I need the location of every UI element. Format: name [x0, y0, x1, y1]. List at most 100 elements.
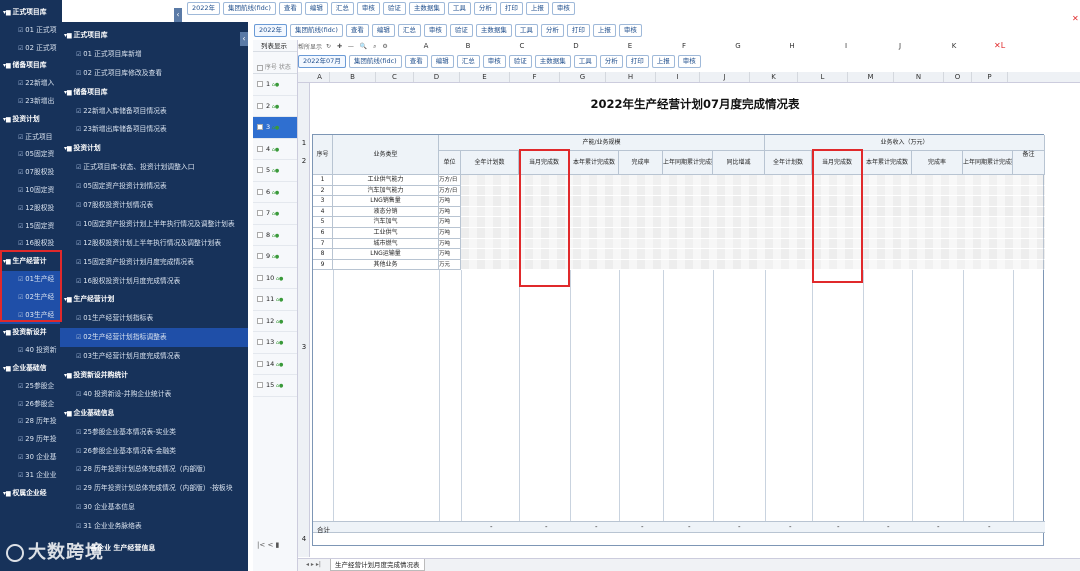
- tree-group[interactable]: ▾▆ 投资新设并购统计: [60, 366, 248, 385]
- front-toolbar-button[interactable]: 审核: [482, 55, 506, 68]
- tree-item[interactable]: ☑ 22新增入库储备项目情况表: [60, 102, 248, 121]
- list-item[interactable]: 10 ⌂●: [253, 268, 297, 289]
- row-checkbox[interactable]: [257, 81, 263, 87]
- row-checkbox[interactable]: [257, 317, 263, 324]
- tree-item[interactable]: ☑ 40 投资新设-并购企业统计表: [60, 385, 248, 404]
- list-item[interactable]: 3 ⌂●: [253, 117, 297, 139]
- row-checkbox[interactable]: [257, 188, 263, 195]
- tree-item[interactable]: ☑ 02生产经营计划指标调整表: [60, 328, 248, 348]
- row-checkbox[interactable]: [257, 296, 263, 302]
- back-toolbar-button[interactable]: 工具: [447, 2, 471, 15]
- front-toolbar-button[interactable]: 上报: [651, 55, 675, 68]
- back-toolbar-button[interactable]: 审核: [551, 2, 575, 15]
- row-checkbox[interactable]: [257, 231, 263, 238]
- tree-item[interactable]: ☑ 12股权投: [0, 200, 62, 218]
- row-checkbox[interactable]: [257, 274, 263, 281]
- row-checkbox[interactable]: [257, 210, 263, 216]
- row-checkbox[interactable]: [257, 145, 263, 152]
- back-toolbar-button[interactable]: 验证: [382, 2, 406, 15]
- tree-group[interactable]: ▾▆ 投资新设并: [0, 324, 62, 342]
- tree-item[interactable]: ☑ 29 历年投: [0, 431, 62, 449]
- back-toolbar-button[interactable]: 上报: [525, 2, 549, 15]
- row-checkbox[interactable]: [257, 360, 263, 367]
- tree-item[interactable]: ☑ 28 历年投: [0, 413, 62, 431]
- back-toolbar-button[interactable]: 编辑: [304, 2, 328, 15]
- tree-group[interactable]: ▾▆ 正式项目库: [0, 4, 62, 22]
- tree-item[interactable]: ☑ 25参股企业基本情况表-实业类: [60, 423, 248, 442]
- tab-nav-arrows[interactable]: ◂ ▸ ▸|: [306, 561, 321, 568]
- front-toolbar-button[interactable]: 2022年07月: [298, 55, 346, 68]
- list-item[interactable]: 7 ⌂●: [253, 203, 297, 225]
- mid-toolbar-button[interactable]: 集团航线(fidc): [290, 24, 343, 37]
- mid-toolbar-button[interactable]: 打印: [566, 24, 590, 37]
- list-pager[interactable]: |< < ▮: [257, 541, 279, 549]
- back-toolbar-button[interactable]: 分析: [473, 2, 497, 15]
- back-toolbar-button[interactable]: 主数据集: [408, 2, 445, 15]
- tree-item[interactable]: ☑ 23新增出库储备项目情况表: [60, 120, 248, 139]
- tree-item[interactable]: ☑ 03生产经营计划月度完成情况表: [60, 347, 248, 366]
- tree-item[interactable]: ☑ 05固定资产投资计划情况表: [60, 177, 248, 196]
- tree-item[interactable]: ☑ 12股权投资计划上半年执行情况及调整计划表: [60, 234, 248, 253]
- tree-item[interactable]: ☑ 26参股企业基本情况表-金融类: [60, 442, 248, 461]
- mid-collapse-icon[interactable]: ‹: [240, 32, 248, 46]
- mid-toolbar-button[interactable]: 审核: [618, 24, 642, 37]
- tree-group[interactable]: ▾▆ 投资计划: [0, 111, 62, 129]
- mid-toolbar-button[interactable]: 主数据集: [475, 24, 512, 37]
- tree-group[interactable]: ▾▆ 权属企业经: [0, 485, 62, 503]
- front-toolbar-button[interactable]: 审核: [677, 55, 701, 68]
- back-toolbar-button[interactable]: 2022年: [187, 2, 221, 15]
- front-toolbar-button[interactable]: 编辑: [430, 55, 454, 68]
- tree-item[interactable]: ☑ 28 历年投资计划总体完成情况（内部版）: [60, 460, 248, 479]
- tab-list-display[interactable]: 列表显示: [253, 40, 297, 52]
- tree-item[interactable]: ☑ 23新增出: [0, 93, 62, 111]
- tree-group[interactable]: ▾▆ 正式项目库: [60, 26, 248, 45]
- tree-item[interactable]: ☑ 29 历年投资计划总体完成情况（内部版）-按板块: [60, 479, 248, 498]
- mid-toolbar-button[interactable]: 2022年: [254, 24, 288, 37]
- front-toolbar-button[interactable]: 分析: [599, 55, 623, 68]
- tree-group[interactable]: ▾▆ 储备项目库: [60, 83, 248, 102]
- front-toolbar-button[interactable]: 查看: [404, 55, 428, 68]
- mid-toolbar-button[interactable]: 验证: [449, 24, 473, 37]
- tree-item[interactable]: ☑ 31 企业业务脉络表: [60, 517, 248, 536]
- mid-toolbar-button[interactable]: 查看: [345, 24, 369, 37]
- tree-item[interactable]: ☑ 01生产经营计划指标表: [60, 309, 248, 328]
- list-item[interactable]: 9 ⌂●: [253, 246, 297, 268]
- list-item[interactable]: 1 ⌂●: [253, 74, 297, 96]
- tree-group[interactable]: ▾▆ 投资计划: [60, 139, 248, 158]
- zoom-tools[interactable]: ↻ ✚ — 🔍 ⌕ ⚙: [326, 43, 390, 51]
- list-item[interactable]: 12 ⌂●: [253, 311, 297, 332]
- mid-toolbar-button[interactable]: 汇总: [397, 24, 421, 37]
- mid-toolbar-button[interactable]: 审核: [423, 24, 447, 37]
- tree-item[interactable]: ☑ 10固定资产投资计划上半年执行情况及调整计划表: [60, 215, 248, 234]
- list-item[interactable]: 5 ⌂●: [253, 160, 297, 182]
- list-item[interactable]: 6 ⌂●: [253, 182, 297, 203]
- tree-item[interactable]: ☑ 05固定资: [0, 146, 62, 164]
- row-checkbox[interactable]: [257, 253, 263, 259]
- back-toolbar-button[interactable]: 集团航线(fidc): [223, 2, 276, 15]
- sheet-tab[interactable]: 生产经营计划月度完成情况表: [330, 559, 425, 571]
- back-collapse-icon[interactable]: ‹: [174, 8, 182, 22]
- tree-item[interactable]: ☑ 22新增入: [0, 75, 62, 93]
- list-item[interactable]: 15 ⌂●: [253, 375, 297, 397]
- mid-toolbar-button[interactable]: 编辑: [371, 24, 395, 37]
- tree-item[interactable]: ☑ 07股权投资计划情况表: [60, 196, 248, 215]
- tree-item[interactable]: ☑ 01 正式项: [0, 22, 62, 40]
- row-checkbox[interactable]: [257, 382, 263, 388]
- list-item[interactable]: 8 ⌂●: [253, 225, 297, 246]
- tree-item[interactable]: ☑ 15固定资: [0, 218, 62, 236]
- tree-item[interactable]: ☑ 16股权投资计划月度完成情况表: [60, 272, 248, 291]
- tree-item[interactable]: ☑ 25参股企: [0, 378, 62, 396]
- tree-item[interactable]: ☑ 40 投资新: [0, 342, 62, 360]
- tree-item[interactable]: ☑ 02 正式项: [0, 40, 62, 58]
- back-toolbar-button[interactable]: 审核: [356, 2, 380, 15]
- tree-item[interactable]: ☑ 10固定资: [0, 182, 62, 200]
- back-toolbar-button[interactable]: 汇总: [330, 2, 354, 15]
- row-checkbox[interactable]: [257, 124, 263, 130]
- front-toolbar-button[interactable]: 主数据集: [534, 55, 571, 68]
- tree-item[interactable]: ☑ 30 企业基: [0, 449, 62, 467]
- tree-item[interactable]: ☑ 30 企业基本信息: [60, 498, 248, 517]
- row-checkbox[interactable]: [257, 339, 263, 345]
- front-toolbar-button[interactable]: 汇总: [456, 55, 480, 68]
- tree-group[interactable]: ▾▆ 企业基础信: [0, 360, 62, 378]
- tree-group[interactable]: ▾▆ 储备项目库: [0, 57, 62, 75]
